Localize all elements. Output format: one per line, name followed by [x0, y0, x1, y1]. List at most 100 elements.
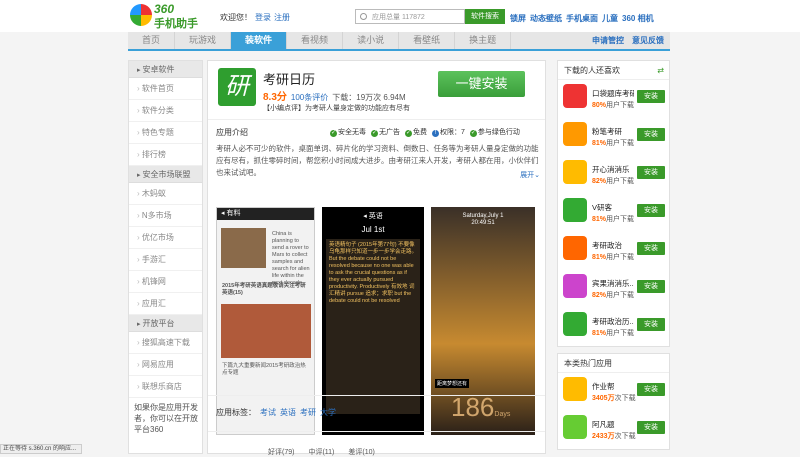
sidebar-item[interactable]: 木蚂蚁 [129, 183, 202, 205]
sidebar-item[interactable]: 机锋网 [129, 271, 202, 293]
search-button[interactable]: 软件搜索 [465, 9, 505, 24]
app-reviews-link[interactable]: 100条评价 [291, 93, 328, 102]
apply-link[interactable]: 申请管控 [592, 36, 624, 45]
screenshot-2-body: 英语精句子 (2015年第77句) 不要像乌龟那样只知道一步一步学会走路。But… [326, 239, 420, 414]
top-link-desktop[interactable]: 手机桌面 [566, 14, 598, 23]
install-button[interactable]: 安装 [637, 242, 665, 255]
quote-text: 为考研人量身定做的功能应有尽有 [305, 105, 410, 112]
sidebar-item[interactable]: 手游汇 [129, 249, 202, 271]
sidebar-section-title[interactable]: 安卓软件 [129, 61, 202, 78]
app-list-item[interactable]: 考研政治历... 81%用户下载 安装 [558, 308, 669, 346]
app-list-item[interactable]: 开心消消乐 82%用户下载 安装 [558, 156, 669, 194]
feedback-link[interactable]: 意见反馈 [632, 36, 664, 45]
expand-link[interactable]: 展开⌄ [520, 170, 540, 180]
top-links: 锁屏 动态壁纸 手机桌面 儿童 360 相机 [510, 13, 658, 24]
install-button[interactable]: 一键安装 [438, 71, 525, 97]
install-button[interactable]: 安装 [637, 204, 665, 217]
app-list-item[interactable]: 口袋题库考研 80%用户下载 安装 [558, 80, 669, 118]
app-list-item[interactable]: 宾果消消乐... 82%用户下载 安装 [558, 270, 669, 308]
screenshot-1[interactable]: ◂ 有料 China is planning to send a rover t… [216, 207, 315, 435]
check-icon: ✓ [371, 130, 378, 137]
nav-home[interactable]: 首页 [128, 32, 176, 49]
sidebar-item[interactable]: 联想乐商店 [129, 376, 202, 398]
app-labels: 应用标签： 考试 英语 考研 大学 [216, 407, 336, 418]
review-tabs: 好评(79) 中评(11) 差评(10) [268, 447, 389, 457]
screenshot-3[interactable]: Saturday,July 1 20:49:51 距离梦想还有 186Days [431, 207, 535, 435]
sidebar-item[interactable]: N多市场 [129, 205, 202, 227]
app-list-item[interactable]: 粉笔考研 81%用户下载 安装 [558, 118, 669, 156]
recommend-box: 下载的人还喜欢 ⇄ 口袋题库考研 80%用户下载 安装 粉笔考研 81%用户下载 安装 开心消… [557, 60, 670, 347]
top-link-wallpaper[interactable]: 动态壁纸 [530, 14, 562, 23]
sidebar-item[interactable]: 排行榜 [129, 144, 202, 166]
sidebar-item[interactable]: 优亿市场 [129, 227, 202, 249]
sidebar-item[interactable]: 软件分类 [129, 100, 202, 122]
logo-text: 手机助手 [154, 18, 198, 30]
install-button[interactable]: 安装 [637, 90, 665, 103]
sidebar-item[interactable]: 特色专题 [129, 122, 202, 144]
screenshot-news: 下篇九大重要新闻2015考研政治热点专题 [222, 363, 306, 376]
install-button[interactable]: 安装 [637, 166, 665, 179]
app-stat: 81%用户下载 [592, 330, 635, 337]
app-list-item[interactable]: 作业帮 3405万次下载 安装 [558, 373, 669, 411]
sidebar-section-title[interactable]: 安全市场联盟 [129, 166, 202, 183]
app-stat: 81%用户下载 [592, 140, 635, 147]
install-button[interactable]: 安装 [637, 318, 665, 331]
nav-novel[interactable]: 读小说 [343, 32, 400, 49]
top-link-camera[interactable]: 360 相机 [622, 14, 654, 23]
app-list-item[interactable]: 阿凡题 2433万次下载 安装 [558, 411, 669, 449]
app-stat: 81%用户下载 [592, 254, 635, 261]
tab-bad[interactable]: 差评(10) [348, 449, 374, 456]
tag-green[interactable]: ✓ 参与绿色行动 [469, 129, 520, 137]
labels-title: 应用标签： [216, 408, 256, 417]
app-stat: 3405万次下载 [592, 395, 636, 402]
refresh-icon[interactable]: ⇄ [657, 61, 664, 80]
nav-theme[interactable]: 换主题 [455, 32, 512, 49]
top-link-kids[interactable]: 儿童 [602, 14, 618, 23]
nav-video[interactable]: 看视频 [287, 32, 344, 49]
label-tag[interactable]: 考试 [260, 408, 276, 417]
install-button[interactable]: 安装 [637, 128, 665, 141]
login-link[interactable]: 登录 [255, 13, 271, 22]
hot-list: 作业帮 3405万次下载 安装 阿凡题 2433万次下载 安装 [558, 373, 669, 449]
app-score: 8.3分 [263, 92, 287, 103]
app-icon [563, 236, 587, 260]
install-button[interactable]: 安装 [637, 280, 665, 293]
label-tag[interactable]: 英语 [280, 408, 296, 417]
screenshot-1-title: ◂ 有料 [217, 208, 314, 220]
check-icon: ✓ [405, 130, 412, 137]
nav-wallpaper[interactable]: 看壁纸 [399, 32, 456, 49]
screenshot-photo [221, 228, 266, 268]
install-button[interactable]: 安装 [637, 383, 665, 396]
sidebar-item[interactable]: 软件首页 [129, 78, 202, 100]
sidebar-item[interactable]: 网易应用 [129, 354, 202, 376]
app-detail: 研 考研日历 8.3分 100条评价 下载：19万次 6.94M 【小编点评】为考研… [207, 60, 546, 454]
screenshot-2-date: Jul 1st [361, 225, 385, 234]
app-list-item[interactable]: 考研政治 81%用户下载 安装 [558, 232, 669, 270]
register-link[interactable]: 注册 [274, 13, 290, 22]
status-bar: 正在等待 s.360.cn 的响应... [0, 444, 82, 454]
tag-permission[interactable]: ! 权限：7 [432, 129, 465, 137]
screenshot-3-caption: 距离梦想还有 [435, 379, 470, 388]
chevron-down-icon: ⌄ [534, 172, 540, 179]
tab-medium[interactable]: 中评(11) [308, 449, 334, 456]
top-link-lockscreen[interactable]: 锁屏 [510, 14, 526, 23]
nav-games[interactable]: 玩游戏 [175, 32, 232, 49]
screenshot-2[interactable]: ◂ 英语 Jul 1st 每日一句 · 长难句 英语精句子 (2015年第77句… [322, 207, 424, 435]
app-icon [563, 415, 587, 439]
screenshot-news: 2015年考研英语真题敬请关注考研英语(15) [222, 283, 306, 296]
sidebar-item[interactable]: 应用汇 [129, 293, 202, 315]
app-stat: 2433万次下载 [592, 433, 636, 440]
search-input[interactable]: 应用总量 117872 [355, 9, 465, 24]
sidebar-item[interactable]: 搜狐高速下载 [129, 332, 202, 354]
install-button[interactable]: 安装 [637, 421, 665, 434]
nav-software[interactable]: 装软件 [231, 32, 288, 49]
logo[interactable]: 360 手机助手 [130, 2, 210, 30]
sidebar-section-title[interactable]: 开放平台 [129, 315, 202, 332]
app-quote: 【小编点评】为考研人量身定做的功能应有尽有 [263, 103, 410, 113]
tab-good[interactable]: 好评(79) [268, 449, 294, 456]
app-icon: 研 [218, 68, 256, 106]
label-tag[interactable]: 大学 [320, 408, 336, 417]
app-list-item[interactable]: V研客 81%用户下载 安装 [558, 194, 669, 232]
app-size: 6.94M [383, 93, 406, 102]
label-tag[interactable]: 考研 [300, 408, 316, 417]
